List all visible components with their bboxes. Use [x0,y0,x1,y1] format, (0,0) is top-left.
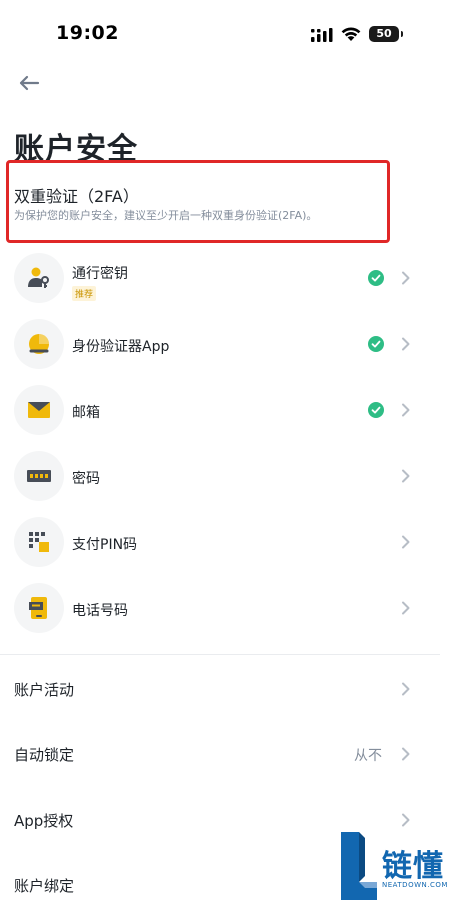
chevron-right-icon [402,337,410,351]
chevron-right-icon [402,403,410,417]
setting-label: 账户活动 [14,681,75,699]
chevron-right-icon [402,813,410,827]
method-row-authenticator[interactable]: 身份验证器App [0,312,453,378]
method-row-phone[interactable]: 电话号码 [0,576,453,642]
watermark-subtext: NEATDOWN.COM [382,881,448,889]
chevron-right-icon [402,682,410,696]
chevron-right-icon [402,601,410,615]
method-row-email[interactable]: 邮箱 [0,378,453,444]
setting-row-account-activity[interactable]: 账户活动 [0,659,453,719]
method-label: 身份验证器App [72,339,170,355]
method-label: 邮箱 [72,405,100,421]
phone-icon [14,583,64,633]
pin-icon [14,517,64,567]
recommended-badge: 推荐 [72,286,97,301]
setting-label: 账户绑定 [14,877,75,895]
back-button[interactable] [14,68,44,98]
cellular-signal-icon [311,28,333,42]
chevron-right-icon [402,747,410,761]
setting-value: 从不 [354,748,382,764]
battery-indicator: 50 [369,26,403,42]
check-circle-icon [368,270,384,286]
watermark: 链懂 NEATDOWN.COM [339,830,453,901]
status-bar: 19:02 50 [0,0,453,60]
arrow-left-icon [19,75,40,91]
passkey-icon [14,253,64,303]
method-label: 通行密钥 [72,266,128,282]
status-time: 19:02 [56,22,119,44]
email-icon [14,385,64,435]
method-label: 电话号码 [72,603,128,619]
chevron-right-icon [402,535,410,549]
setting-row-auto-lock[interactable]: 自动锁定 从不 [0,724,453,784]
setting-label: 自动锁定 [14,746,75,764]
twofa-section-title: 双重验证（2FA） [14,187,139,206]
watermark-logo-icon [341,832,377,900]
method-label: 密码 [72,471,100,487]
twofa-section-description: 为保护您的账户安全，建议至少开启一种双重身份验证(2FA)。 [14,209,318,222]
watermark-text: 链懂 [382,849,444,884]
authenticator-icon [14,319,64,369]
section-divider [0,654,440,655]
method-label: 支付PIN码 [72,537,138,553]
chevron-right-icon [402,271,410,285]
method-row-passkey[interactable]: 通行密钥 推荐 [0,246,453,312]
setting-label: App授权 [14,812,74,830]
wifi-icon [341,27,361,41]
check-circle-icon [368,402,384,418]
method-row-password[interactable]: 密码 [0,444,453,510]
chevron-right-icon [402,469,410,483]
method-row-pin[interactable]: 支付PIN码 [0,510,453,576]
check-circle-icon [368,336,384,352]
password-icon [14,451,64,501]
